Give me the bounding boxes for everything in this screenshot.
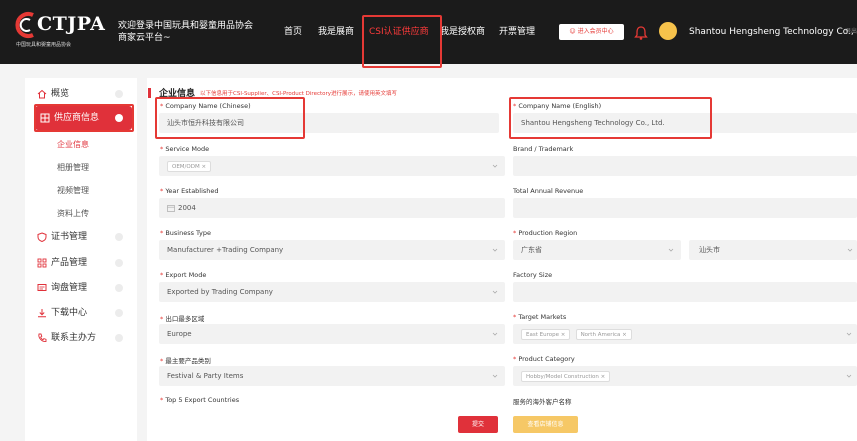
chevron-down-icon — [492, 290, 498, 294]
chevron-down-icon — [846, 332, 852, 336]
export-mode-label: * Export Mode — [160, 271, 207, 279]
subnav-upload[interactable]: 资料上传 — [57, 208, 89, 219]
sidebar-item-label: 询盘管理 — [51, 283, 88, 293]
sidebar-highlight-box — [34, 104, 134, 132]
nav-home[interactable]: 首页 — [284, 0, 302, 64]
chevron-down-icon — [492, 248, 498, 252]
city-select[interactable]: 汕头市 — [689, 240, 857, 260]
service-mode-tag[interactable]: OEM/ODM × — [167, 160, 212, 172]
export-region-label: * 出口最多区域 — [160, 315, 205, 323]
annual-revenue-field[interactable] — [513, 198, 857, 218]
sidebar-item-label: 概览 — [51, 89, 70, 99]
apps-icon — [37, 258, 47, 268]
bell-icon[interactable] — [633, 25, 649, 41]
target-market-tag[interactable]: North America × — [575, 328, 632, 340]
product-category-tag[interactable]: Hobby/Model Construction × — [521, 370, 611, 382]
logo-mark-icon — [15, 12, 34, 38]
factory-size-field[interactable] — [513, 282, 857, 302]
chevron-down-icon — [846, 374, 852, 378]
view-store-button[interactable]: 查看店铺信息 — [513, 416, 578, 433]
sidebar-item-label: 证书管理 — [51, 232, 88, 242]
ctjpa-logo[interactable]: CTJPA 中国玩具和婴童用品协会 — [15, 10, 105, 50]
logout-link[interactable]: 退出 — [845, 0, 857, 64]
overseas-clients-label: 服务的海外客户名称 — [513, 398, 572, 406]
year-established-field[interactable]: 2004 — [159, 198, 505, 218]
chevron-down-icon — [492, 164, 498, 168]
nav-exhibitor[interactable]: 我是展商 — [318, 0, 354, 64]
business-type-label: * Business Type — [160, 229, 211, 237]
sidebar-item-label: 产品管理 — [51, 258, 88, 268]
sidebar-item-label: 联系主办方 — [51, 333, 97, 343]
top5-countries-label: * Top 5 Export Countries — [160, 396, 240, 404]
main-category-label: * 最主要产品类别 — [160, 357, 211, 365]
year-established-label: * Year Established — [160, 187, 219, 195]
product-category-label: * Product Category — [513, 355, 575, 363]
product-category-select[interactable]: Hobby/Model Construction × — [513, 366, 857, 386]
sidebar-item-inquiries[interactable]: 询盘管理 — [25, 276, 137, 300]
calendar-icon — [167, 205, 175, 212]
company-name[interactable]: Shantou Hengsheng Technology Co., Ltd. — [689, 0, 857, 64]
section-accent-bar — [148, 88, 151, 98]
factory-size-label: Factory Size — [513, 271, 553, 279]
target-markets-select[interactable]: East Europe × North America × — [513, 324, 857, 344]
nav-invoice[interactable]: 开票管理 — [499, 0, 535, 64]
chevron-down-icon — [668, 248, 674, 252]
shield-icon — [37, 232, 47, 242]
user-icon: ☺ — [569, 28, 576, 35]
expand-dot — [115, 334, 123, 342]
expand-dot — [115, 309, 123, 317]
business-type-select[interactable]: Manufacturer +Trading Company — [159, 240, 505, 260]
expand-dot — [115, 233, 123, 241]
target-markets-label: * Target Markets — [513, 313, 567, 321]
sidebar-item-contact-organizer[interactable]: 联系主办方 — [25, 326, 137, 350]
download-icon — [38, 309, 46, 318]
brand-field[interactable] — [513, 156, 857, 176]
nav-highlight-box — [362, 15, 442, 68]
export-region-select[interactable]: Europe — [159, 324, 505, 344]
main-category-select[interactable]: Festival & Party Items — [159, 366, 505, 386]
home-icon — [37, 89, 47, 99]
company-cn-highlight-box — [155, 97, 305, 139]
production-region-label: * Production Region — [513, 229, 578, 237]
sidebar-item-label: 下载中心 — [51, 308, 88, 318]
message-icon — [37, 284, 47, 291]
export-mode-select[interactable]: Exported by Trading Company — [159, 282, 505, 302]
sidebar-item-certificates[interactable]: 证书管理 — [25, 225, 137, 249]
logo-subtext: 中国玩具和婴童用品协会 — [16, 42, 72, 48]
subnav-album[interactable]: 相册管理 — [57, 162, 89, 173]
submit-button[interactable]: 提交 — [458, 416, 498, 433]
target-market-tag[interactable]: East Europe × — [521, 328, 571, 340]
province-select[interactable]: 广东省 — [513, 240, 681, 260]
member-center-button[interactable]: ☺ 进入会员中心 — [559, 24, 624, 40]
expand-dot — [115, 259, 123, 267]
chevron-down-icon — [847, 248, 853, 252]
welcome-text: 欢迎登录中国玩具和婴童用品协会商家云平台~ — [118, 21, 254, 43]
subnav-video[interactable]: 视频管理 — [57, 185, 89, 196]
sidebar-item-products[interactable]: 产品管理 — [25, 251, 137, 275]
service-mode-select[interactable]: OEM/ODM × — [159, 156, 505, 176]
service-mode-label: * Service Mode — [160, 145, 210, 153]
logo-text: CTJPA — [37, 13, 106, 35]
annual-revenue-label: Total Annual Revenue — [513, 187, 584, 195]
chevron-down-icon — [492, 332, 498, 336]
brand-label: Brand / Trademark — [513, 145, 574, 153]
sidebar-item-downloads[interactable]: 下载中心 — [25, 301, 137, 325]
subnav-company-info[interactable]: 企业信息 — [57, 139, 89, 150]
expand-dot — [115, 90, 123, 98]
company-en-highlight-box — [509, 97, 712, 139]
phone-icon — [38, 333, 47, 342]
nav-licensor[interactable]: 我是授权商 — [440, 0, 485, 64]
chevron-down-icon — [492, 374, 498, 378]
sidebar-item-overview[interactable]: 概览 — [25, 82, 137, 106]
section-note: 以下信息用于CSI-Supplier、CSI-Product Directory… — [200, 91, 398, 97]
member-center-label: 进入会员中心 — [577, 28, 614, 35]
avatar[interactable] — [659, 22, 677, 40]
expand-dot — [115, 284, 123, 292]
